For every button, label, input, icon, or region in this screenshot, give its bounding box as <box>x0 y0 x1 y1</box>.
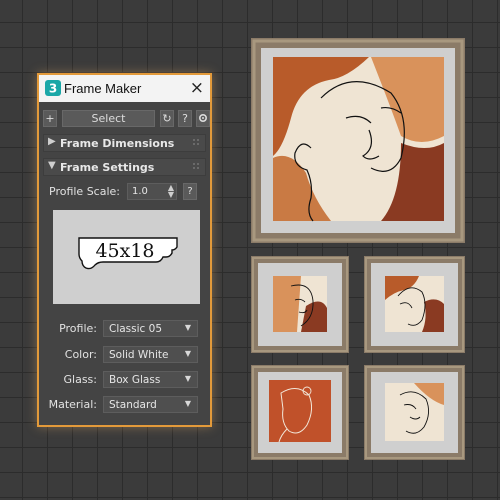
3ds-max-logo-icon: 3 <box>45 80 61 96</box>
profile-dropdown[interactable]: Classic 05 ▼ <box>103 320 198 337</box>
chevron-down-icon: ▼ <box>184 374 191 383</box>
chevron-down-icon: ▼ <box>48 160 56 171</box>
profile-scale-value: 1.0 <box>132 186 148 197</box>
large-picture-frame[interactable] <box>251 38 465 243</box>
profile-scale-spinner[interactable]: 1.0 ▲ ▼ <box>127 183 177 200</box>
profile-preview: 45x18 <box>53 210 200 304</box>
rollout-title: Frame Dimensions <box>60 137 175 150</box>
profile-scale-help-button[interactable]: ? <box>183 183 197 200</box>
window-title: Frame Maker <box>64 81 142 96</box>
close-icon[interactable]: × <box>190 78 204 98</box>
help-button[interactable]: ? <box>178 110 192 127</box>
profile-shape: 45x18 <box>78 237 178 270</box>
frame-maker-panel: 3 Frame Maker × + Select ↻ ? ▶ Frame Dim… <box>37 73 212 427</box>
small-picture-frame-3[interactable] <box>251 365 349 460</box>
profile-value: Classic 05 <box>109 323 163 335</box>
small-picture-frame-4[interactable] <box>364 365 465 460</box>
material-dropdown[interactable]: Standard ▼ <box>103 396 198 413</box>
svg-text:3: 3 <box>49 82 57 96</box>
profile-scale-label: Profile Scale: <box>49 185 121 198</box>
chevron-down-icon: ▼ <box>184 323 191 332</box>
color-label: Color: <box>64 348 97 361</box>
chevron-down-icon: ▼ <box>184 349 191 358</box>
profile-size-text: 45x18 <box>95 240 154 262</box>
rollout-frame-dimensions[interactable]: ▶ Frame Dimensions <box>43 134 206 152</box>
grip-icon <box>193 163 200 170</box>
spinner-arrows-icon[interactable]: ▲ ▼ <box>168 184 174 199</box>
refresh-icon[interactable]: ↻ <box>160 110 174 127</box>
color-dropdown[interactable]: Solid White ▼ <box>103 346 198 363</box>
glass-label: Glass: <box>63 373 98 386</box>
gear-icon[interactable] <box>196 110 210 127</box>
material-value: Standard <box>109 399 157 411</box>
small-picture-frame-1[interactable] <box>251 256 349 353</box>
grip-icon <box>193 139 200 146</box>
profile-label: Profile: <box>59 322 97 335</box>
select-button[interactable]: Select <box>62 110 155 127</box>
toolbar: + Select ↻ ? <box>43 110 210 127</box>
material-label: Material: <box>48 398 97 411</box>
add-button[interactable]: + <box>43 110 57 127</box>
glass-dropdown[interactable]: Box Glass ▼ <box>103 371 198 388</box>
rollout-frame-settings[interactable]: ▼ Frame Settings <box>43 158 206 176</box>
small-picture-frame-2[interactable] <box>364 256 465 353</box>
color-value: Solid White <box>109 349 169 361</box>
glass-value: Box Glass <box>109 374 161 386</box>
rollout-title: Frame Settings <box>60 161 155 174</box>
chevron-right-icon: ▶ <box>48 136 56 147</box>
title-bar[interactable]: 3 Frame Maker × <box>39 75 210 102</box>
chevron-down-icon: ▼ <box>184 399 191 408</box>
